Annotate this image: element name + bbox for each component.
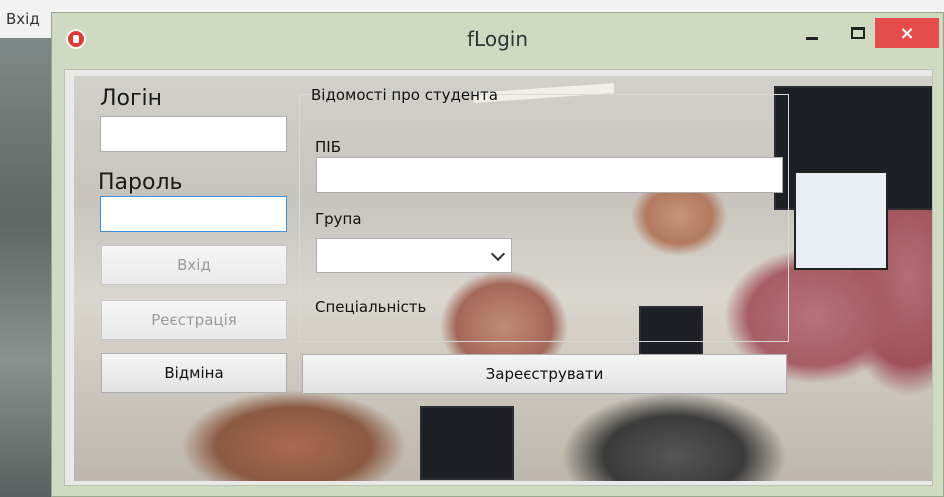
login-input[interactable]: [100, 116, 287, 152]
login-label: Логін: [100, 86, 163, 111]
group-label: Група: [315, 210, 362, 228]
client-area: Логін Пароль Вхід Реєстрація Відміна Від…: [64, 69, 933, 486]
close-icon: ×: [899, 22, 915, 44]
group-select[interactable]: [316, 238, 512, 273]
photo-monitor: [794, 171, 888, 270]
background-window-title: Вхід: [6, 10, 40, 28]
register-button[interactable]: Реєстрація: [101, 300, 287, 340]
submit-register-button[interactable]: Зареєструвати: [302, 354, 787, 394]
password-label: Пароль: [98, 170, 183, 195]
flogin-window: fLogin × Логін Пароль Вхід Реєстрація Ві…: [51, 12, 944, 497]
chevron-down-icon: [490, 246, 506, 262]
cancel-button[interactable]: Відміна: [101, 353, 287, 393]
maximize-button[interactable]: [836, 18, 880, 48]
minimize-button[interactable]: [790, 18, 834, 48]
close-button[interactable]: ×: [875, 18, 939, 48]
specialty-label: Спеціальність: [315, 298, 427, 316]
enter-button[interactable]: Вхід: [101, 245, 287, 285]
password-input[interactable]: [100, 196, 287, 232]
full-name-label: ПІБ: [315, 138, 341, 156]
title-bar[interactable]: fLogin ×: [52, 13, 943, 65]
student-info-title: Відомості про студента: [311, 86, 498, 104]
minimize-icon: [806, 36, 818, 40]
full-name-input[interactable]: [316, 157, 783, 193]
maximize-icon: [851, 27, 865, 39]
photo-monitor: [420, 406, 514, 480]
